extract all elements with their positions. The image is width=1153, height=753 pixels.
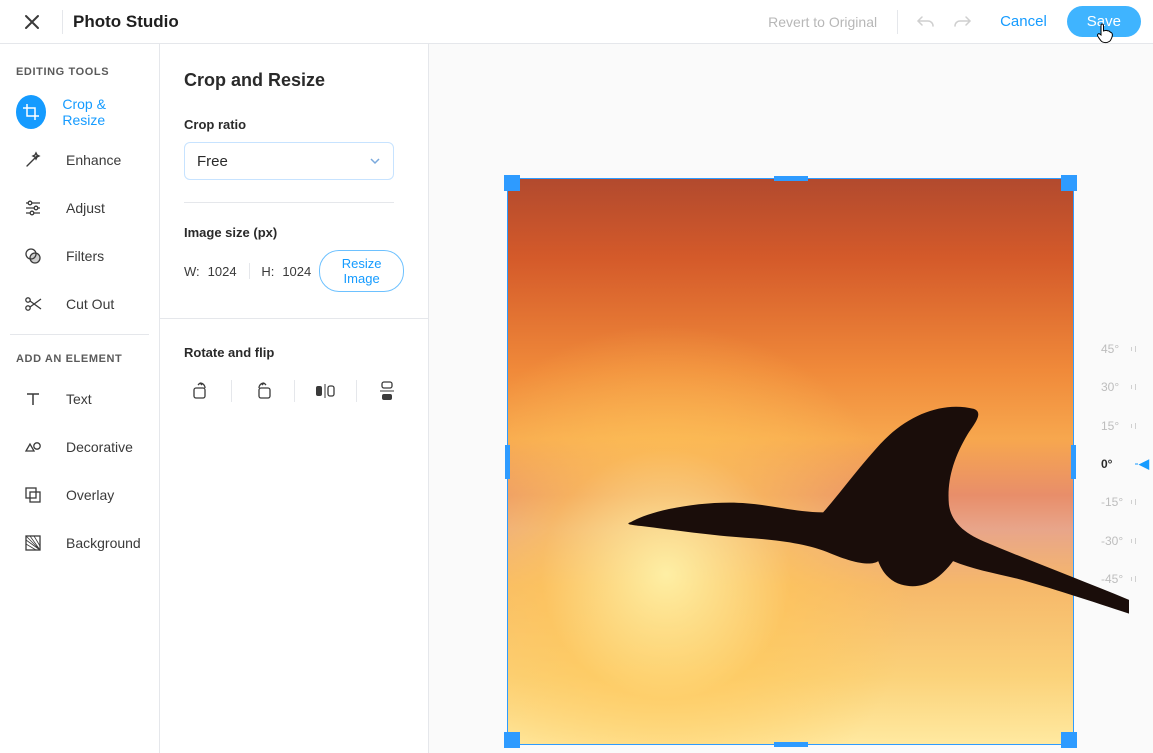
crop-handle-br[interactable] xyxy=(1061,732,1077,748)
crop-edge-left[interactable] xyxy=(505,445,510,479)
crop-edge-right[interactable] xyxy=(1071,445,1076,479)
divider xyxy=(160,318,428,319)
header: Photo Studio Revert to Original Cancel S… xyxy=(0,0,1153,44)
divider xyxy=(249,263,250,279)
rotation-step-current[interactable]: 0° ◀ xyxy=(1101,449,1153,479)
sidebar-item-background[interactable]: Background xyxy=(10,523,149,563)
flip-horizontal-button[interactable] xyxy=(309,374,342,408)
crop-ratio-dropdown[interactable]: Free xyxy=(184,142,394,180)
sidebar: EDITING TOOLS Crop & Resize Enhance Adju… xyxy=(0,44,160,753)
rotate-left-icon xyxy=(253,381,273,401)
overlay-icon xyxy=(16,478,50,512)
image-dimensions: W: 1024 H: 1024 Resize Image xyxy=(184,250,404,292)
main: EDITING TOOLS Crop & Resize Enhance Adju… xyxy=(0,44,1153,753)
close-button[interactable] xyxy=(12,2,52,42)
crop-ratio-value: Free xyxy=(197,153,228,170)
rotation-step[interactable]: -15° xyxy=(1101,487,1153,517)
divider xyxy=(294,380,295,402)
sidebar-item-label: Filters xyxy=(66,248,104,264)
crop-edge-top[interactable] xyxy=(774,176,808,181)
sidebar-item-decorative[interactable]: Decorative xyxy=(10,427,149,467)
sidebar-item-label: Enhance xyxy=(66,152,121,168)
pointer-icon: ◀ xyxy=(1139,456,1149,472)
revert-link[interactable]: Revert to Original xyxy=(768,14,877,30)
cancel-link[interactable]: Cancel xyxy=(1000,13,1047,30)
chevron-down-icon xyxy=(369,155,381,167)
flip-vertical-icon xyxy=(377,380,397,402)
height-value: 1024 xyxy=(282,264,311,279)
filters-icon xyxy=(16,239,50,273)
redo-icon xyxy=(952,12,972,32)
sidebar-item-crop-resize[interactable]: Crop & Resize xyxy=(10,92,149,132)
sidebar-item-label: Overlay xyxy=(66,487,114,503)
rotate-left-button[interactable] xyxy=(246,374,279,408)
rotation-step[interactable]: -30° xyxy=(1101,526,1153,556)
flip-horizontal-icon xyxy=(314,381,336,401)
sidebar-heading-elements: ADD AN ELEMENT xyxy=(16,353,143,365)
image-size-label: Image size (px) xyxy=(184,225,404,240)
wand-icon xyxy=(16,143,50,177)
sidebar-item-adjust[interactable]: Adjust xyxy=(10,188,149,228)
app-title: Photo Studio xyxy=(73,12,179,32)
pattern-icon xyxy=(16,526,50,560)
undo-button[interactable] xyxy=(908,4,944,40)
bird-silhouette xyxy=(610,405,1130,620)
sidebar-item-filters[interactable]: Filters xyxy=(10,236,149,276)
rotate-right-button[interactable] xyxy=(184,374,217,408)
sidebar-item-text[interactable]: Text xyxy=(10,379,149,419)
crop-edge-bottom[interactable] xyxy=(774,742,808,747)
width-value: 1024 xyxy=(208,264,237,279)
sidebar-item-cut-out[interactable]: Cut Out xyxy=(10,284,149,324)
close-icon xyxy=(24,14,40,30)
sidebar-item-label: Cut Out xyxy=(66,296,114,312)
sidebar-item-label: Adjust xyxy=(66,200,105,216)
crop-handle-bl[interactable] xyxy=(504,732,520,748)
rotation-step[interactable]: 30° xyxy=(1101,372,1153,402)
crop-ratio-label: Crop ratio xyxy=(184,117,404,132)
save-button[interactable]: Save xyxy=(1067,6,1141,37)
rotation-step[interactable]: 45° xyxy=(1101,334,1153,364)
divider xyxy=(356,380,357,402)
divider xyxy=(10,334,149,335)
sidebar-heading-tools: EDITING TOOLS xyxy=(16,66,143,78)
redo-button[interactable] xyxy=(944,4,980,40)
rotation-scale[interactable]: 45° 30° 15° 0° ◀ -15° -30° -45° xyxy=(1101,334,1153,594)
sidebar-item-label: Text xyxy=(66,391,92,407)
divider xyxy=(62,10,63,34)
divider xyxy=(184,202,394,203)
divider xyxy=(897,10,898,34)
panel-title: Crop and Resize xyxy=(184,70,404,91)
text-icon xyxy=(16,382,50,416)
crop-frame[interactable] xyxy=(507,178,1074,745)
undo-icon xyxy=(916,12,936,32)
rotation-step[interactable]: 15° xyxy=(1101,411,1153,441)
sidebar-item-label: Crop & Resize xyxy=(62,96,143,128)
width-label: W: xyxy=(184,264,200,279)
canvas-area[interactable]: 45° 30° 15° 0° ◀ -15° -30° -45° xyxy=(429,44,1153,753)
resize-image-button[interactable]: Resize Image xyxy=(319,250,404,292)
rotate-flip-label: Rotate and flip xyxy=(184,345,404,360)
rotate-right-icon xyxy=(191,381,211,401)
properties-panel: Crop and Resize Crop ratio Free Image si… xyxy=(160,44,429,753)
sidebar-item-label: Decorative xyxy=(66,439,133,455)
shapes-icon xyxy=(16,430,50,464)
divider xyxy=(231,380,232,402)
rotation-step[interactable]: -45° xyxy=(1101,564,1153,594)
height-label: H: xyxy=(261,264,274,279)
crop-icon xyxy=(16,95,46,129)
sidebar-item-label: Background xyxy=(66,535,141,551)
sliders-icon xyxy=(16,191,50,225)
sidebar-item-overlay[interactable]: Overlay xyxy=(10,475,149,515)
scissors-icon xyxy=(16,287,50,321)
flip-vertical-button[interactable] xyxy=(371,374,404,408)
sidebar-item-enhance[interactable]: Enhance xyxy=(10,140,149,180)
crop-handle-tl[interactable] xyxy=(504,175,520,191)
crop-handle-tr[interactable] xyxy=(1061,175,1077,191)
